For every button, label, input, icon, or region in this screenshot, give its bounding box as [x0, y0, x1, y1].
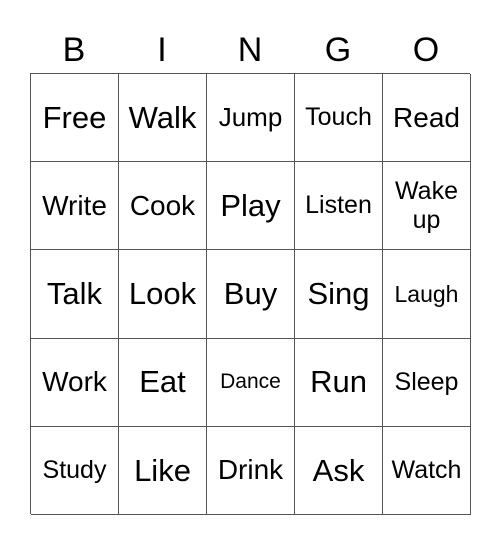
bingo-cell[interactable]: Sleep	[383, 338, 471, 427]
bingo-cell[interactable]: Cook	[119, 162, 207, 251]
bingo-cell[interactable]: Jump	[207, 74, 295, 163]
bingo-cell[interactable]: Work	[31, 338, 119, 427]
header-letter-n: N	[237, 31, 263, 69]
bingo-cell[interactable]: Write	[31, 162, 119, 251]
header-letter-i: I	[157, 31, 167, 69]
bingo-cell[interactable]: Talk	[31, 250, 119, 339]
bingo-cell[interactable]: Listen	[295, 162, 383, 251]
bingo-cell[interactable]: Dance	[207, 338, 295, 427]
bingo-cell[interactable]: Watch	[383, 426, 471, 515]
header-letter-o: O	[412, 31, 440, 69]
bingo-cell[interactable]: Ask	[295, 426, 383, 515]
bingo-cell[interactable]: Like	[119, 426, 207, 515]
header-letter-g: G	[324, 31, 352, 69]
bingo-cell[interactable]: Run	[295, 338, 383, 427]
bingo-cell[interactable]: Buy	[207, 250, 295, 339]
bingo-header: B I N G O	[30, 28, 470, 73]
bingo-cell[interactable]: Walk	[119, 74, 207, 163]
bingo-grid: Free Walk Jump Touch Read Write Cook Pla…	[30, 73, 471, 515]
bingo-cell[interactable]: Laugh	[383, 250, 471, 339]
bingo-cell[interactable]: Look	[119, 250, 207, 339]
bingo-cell[interactable]: Free	[31, 74, 119, 163]
bingo-cell[interactable]: Study	[31, 426, 119, 515]
bingo-cell[interactable]: Sing	[295, 250, 383, 339]
bingo-cell[interactable]: Wake up	[383, 162, 471, 251]
bingo-cell[interactable]: Touch	[295, 74, 383, 163]
bingo-cell[interactable]: Read	[383, 74, 471, 163]
header-letter-b: B	[62, 31, 86, 69]
bingo-cell[interactable]: Drink	[207, 426, 295, 515]
bingo-cell[interactable]: Play	[207, 162, 295, 251]
bingo-cell[interactable]: Eat	[119, 338, 207, 427]
